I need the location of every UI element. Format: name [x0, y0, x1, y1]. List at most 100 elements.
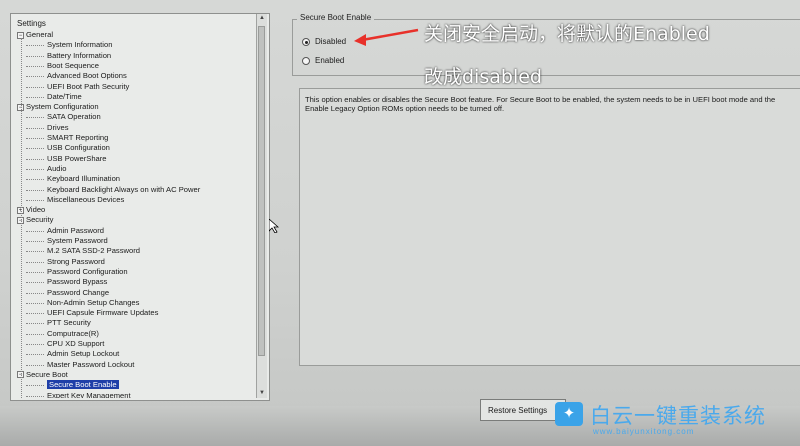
tree-label: General — [26, 30, 54, 39]
tree-item[interactable]: Keyboard Backlight Always on with AC Pow… — [47, 185, 200, 194]
tree-label: Password Configuration — [47, 266, 128, 276]
tree-label: Admin Setup Lockout — [47, 349, 120, 359]
tree-item[interactable]: USB PowerShare — [47, 154, 107, 163]
tree-connector — [26, 148, 44, 150]
radio-disabled[interactable]: Disabled — [302, 37, 346, 46]
tree-scrollbar[interactable]: ▲ ▼ — [256, 14, 267, 398]
tree-connector — [26, 168, 44, 170]
tree-connector — [26, 333, 44, 335]
tree-item[interactable]: SATA Operation — [47, 112, 101, 121]
scroll-down-icon[interactable]: ▼ — [257, 389, 267, 398]
tree-label: Secure Boot Enable — [47, 380, 119, 390]
watermark-bird-icon: ✦ — [555, 402, 583, 426]
tree-connector — [26, 364, 44, 366]
tree-item[interactable]: USB Configuration — [47, 143, 110, 152]
tree-item[interactable]: Password Bypass — [47, 277, 107, 286]
tree-item[interactable]: Non-Admin Setup Changes — [47, 298, 139, 307]
tree-item[interactable]: Audio — [47, 164, 66, 173]
tree-label: Miscellaneous Devices — [47, 194, 125, 204]
tree-item[interactable]: Admin Setup Lockout — [47, 349, 119, 358]
tree-item[interactable]: Battery Information — [47, 51, 111, 60]
tree-trunk-line — [21, 38, 22, 398]
tree-item[interactable]: Keyboard Illumination — [47, 174, 120, 183]
tree-label: Password Change — [47, 287, 110, 297]
tree-connector — [26, 65, 44, 67]
tree-item[interactable]: System Information — [47, 40, 112, 49]
tree-item[interactable]: System Password — [47, 236, 108, 245]
tree-label: Non-Admin Setup Changes — [47, 297, 140, 307]
tree-title: Settings — [17, 19, 46, 28]
restore-settings-button[interactable]: Restore Settings — [480, 399, 566, 421]
tree-label: Keyboard Backlight Always on with AC Pow… — [47, 184, 201, 194]
scroll-up-icon[interactable]: ▲ — [257, 14, 267, 23]
tree-label: Video — [26, 205, 46, 215]
tree-label: PTT Security — [47, 318, 91, 328]
tree-label: USB PowerShare — [47, 153, 107, 163]
tree-connector — [26, 117, 44, 119]
tree-connector — [26, 127, 44, 129]
tree-item[interactable]: Date/Time — [47, 92, 82, 101]
tree-connector — [26, 179, 44, 181]
tree-item[interactable]: PTT Security — [47, 318, 91, 327]
tree-item[interactable]: Computrace(R) — [47, 329, 99, 338]
scroll-thumb[interactable] — [258, 26, 265, 356]
tree-connector — [26, 86, 44, 88]
tree-category[interactable]: − System Configuration — [17, 102, 99, 111]
tree-connector — [26, 344, 44, 345]
tree-label: Audio — [47, 163, 67, 173]
tree-connector — [26, 189, 44, 191]
tree-label: System Password — [47, 236, 108, 245]
tree-category[interactable]: − General — [17, 30, 53, 39]
radio-checked-icon[interactable] — [302, 37, 310, 46]
tree-item[interactable]: M.2 SATA SSD-2 Password — [47, 246, 140, 255]
tree-item[interactable]: CPU XD Support — [47, 339, 104, 348]
tree-item[interactable]: Master Password Lockout — [47, 360, 134, 369]
tree-item[interactable]: UEFI Boot Path Security — [47, 82, 129, 91]
watermark-text: 白云一键重装系统 — [590, 404, 766, 428]
tree-label: Boot Sequence — [47, 60, 99, 70]
secure-boot-group-title: Secure Boot Enable — [297, 13, 375, 22]
tree-connector — [26, 199, 44, 201]
tree-label: Date/Time — [47, 91, 82, 101]
annotation-arrow-icon — [354, 28, 419, 46]
tree-label: Advanced Boot Options — [47, 71, 127, 81]
tree-item[interactable]: Miscellaneous Devices — [47, 195, 124, 204]
radio-enabled[interactable]: Enabled — [302, 56, 344, 65]
tree-connector — [26, 45, 44, 47]
tree-connector — [26, 138, 44, 139]
tree-connector — [26, 261, 44, 263]
tree-item[interactable]: UEFI Capsule Firmware Updates — [47, 308, 158, 317]
radio-unchecked-icon[interactable] — [302, 56, 310, 65]
tree-label: M.2 SATA SSD-2 Password — [47, 246, 140, 256]
tree-item[interactable]: Advanced Boot Options — [47, 71, 127, 80]
tree-label: Expert Key Management — [47, 390, 131, 399]
tree-label: Battery Information — [47, 50, 112, 60]
tree-item[interactable]: SMART Reporting — [47, 133, 108, 142]
tree-item[interactable]: Boot Sequence — [47, 61, 99, 70]
tree-item[interactable]: Admin Password — [47, 226, 104, 235]
tree-connector — [26, 354, 44, 356]
tree-item[interactable]: Password Configuration — [47, 267, 128, 276]
tree-connector — [26, 302, 44, 304]
tree-connector — [26, 271, 44, 273]
tree-category[interactable]: − Secure Boot — [17, 370, 68, 379]
description-panel: This option enables or disables the Secu… — [299, 88, 800, 366]
tree-item[interactable]: Expert Key Management — [47, 391, 131, 399]
radio-enabled-label: Enabled — [315, 56, 345, 65]
tree-item[interactable]: Strong Password — [47, 257, 105, 266]
tree-label: SMART Reporting — [47, 133, 109, 142]
tree-label: Master Password Lockout — [47, 359, 135, 369]
tree-label: CPU XD Support — [47, 339, 105, 348]
radio-disabled-label: Disabled — [315, 37, 347, 46]
tree-item[interactable]: Password Change — [47, 288, 109, 297]
tree-label: SATA Operation — [47, 112, 101, 122]
watermark-url: www.baiyunxitong.com — [593, 427, 695, 436]
tree-item[interactable]: Drives — [47, 123, 69, 132]
tree-connector — [26, 96, 44, 98]
tree-label: UEFI Capsule Firmware Updates — [47, 308, 159, 318]
description-text: This option enables or disables the Secu… — [305, 95, 776, 113]
tree-category[interactable]: − Security — [17, 215, 53, 224]
tree-item[interactable]: Secure Boot Enable — [47, 380, 119, 390]
tree-connector — [26, 395, 44, 397]
tree-label: USB Configuration — [47, 143, 110, 153]
